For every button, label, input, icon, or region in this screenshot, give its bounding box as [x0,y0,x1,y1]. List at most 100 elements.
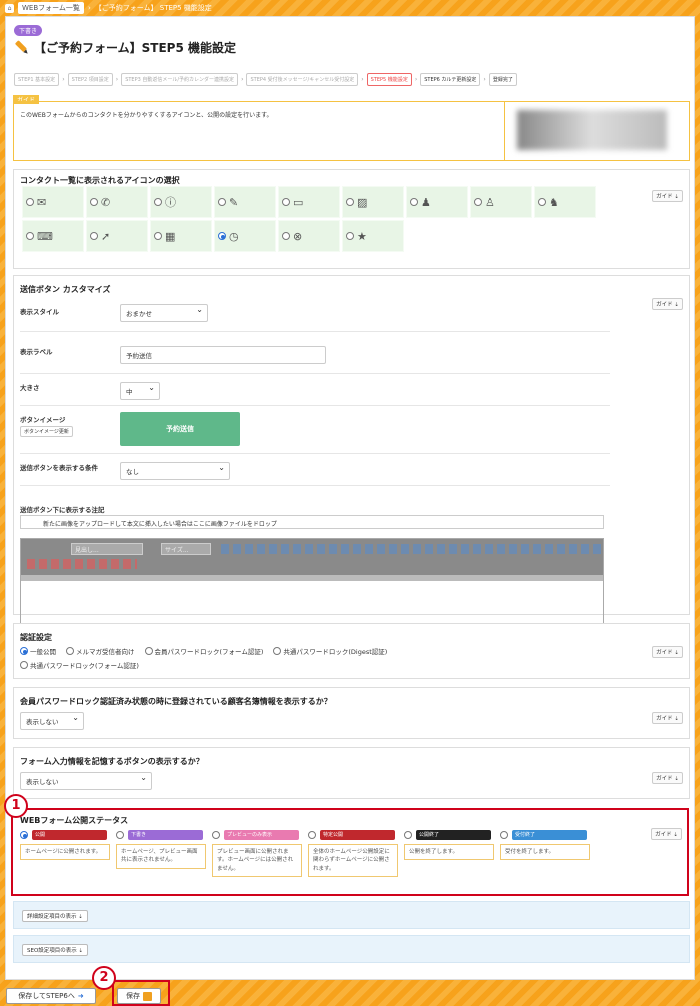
radio[interactable] [26,198,34,206]
step-arrow: › [483,76,486,83]
guide-button[interactable]: ガイド ⇣ [652,190,683,202]
image-update-button[interactable]: ボタンイメージ更新 [20,426,73,437]
save-and-next-button[interactable]: 保存してSTEP6へ ➜ [6,988,96,1004]
image-drop-zone[interactable]: 新たに画像をアップロードして本文に挿入したい場合はここに画像ファイルをドロップ [20,515,604,529]
remember-section: フォーム入力情報を記憶するボタンの表示するか？ ガイド ⇣ 表示しない [13,747,690,799]
page-title-text: 【ご予約フォーム】STEP5 機能設定 [34,41,236,55]
icon-option[interactable]: ♞ [534,186,596,218]
calendar-icon: ▦ [165,229,176,243]
auth-option-common-form[interactable]: 共通パスワードロック(フォーム認証) [20,660,139,670]
radio[interactable] [20,647,28,655]
guide-button[interactable]: ガイド ⇣ [652,646,683,658]
auth-option-public[interactable]: 一般公開 [20,646,56,656]
style-label: 表示スタイル [20,308,59,316]
guide-button[interactable]: ガイド ⇣ [652,712,683,724]
radio[interactable] [66,647,74,655]
option-label: 共通パスワードロック(Digest認証) [283,648,388,656]
radio[interactable] [20,661,28,669]
radio[interactable] [90,232,98,240]
step-2[interactable]: STEP2 項目設定 [67,73,113,86]
step-3[interactable]: STEP3 自動返信メール/予約カレンダー連携設定 [121,73,239,86]
heading-select[interactable]: 見出し... [71,543,143,555]
radio[interactable] [144,647,153,655]
monitor-icon: ▭ [293,195,304,209]
radio[interactable] [410,198,418,206]
lock-icon [143,991,152,1001]
condition-select[interactable]: なし [120,462,230,480]
radio[interactable] [218,232,226,240]
icon-option[interactable]: ◷ [214,220,276,252]
group-icon: ♞ [549,195,559,209]
icon-option[interactable]: ▭ [278,186,340,218]
save-and-next-label: 保存してSTEP6へ [18,992,75,1000]
star-icon: ★ [357,229,367,243]
font-size-select[interactable]: サイズ... [161,543,211,555]
auth-options-row2: 共通パスワードロック(フォーム認証) [20,660,139,670]
size-select[interactable]: 中 [120,382,160,400]
icon-section-title: コンタクト一覧に表示されるアイコンの選択 [20,176,180,185]
condition-row: 送信ボタンを表示する条件 なし [20,456,610,486]
button-preview: 予約送信 [120,412,240,446]
editor-toolbar: 見出し... サイズ... [21,539,603,575]
radio[interactable] [282,198,290,206]
icon-option[interactable]: ✉ [22,186,84,218]
toolbar-icons-row2[interactable] [27,559,137,569]
breadcrumb-current: 【ご予約フォーム】 STEP5 機能設定 [94,4,212,12]
radio[interactable] [538,198,546,206]
icon-option[interactable]: ➚ [86,220,148,252]
label-input[interactable]: 予約送信 [120,346,326,364]
icon-option[interactable]: ⊗ [278,220,340,252]
step-arrow: › [241,76,244,83]
icon-option[interactable]: ✆ [86,186,148,218]
seo-settings-toggle[interactable]: SEO設定項目の表示 ⇣ [22,944,89,956]
radio[interactable] [90,198,98,206]
radio[interactable] [346,198,354,206]
icon-option[interactable]: ★ [342,220,404,252]
radio[interactable] [282,232,290,240]
remember-section-title: フォーム入力情報を記憶するボタンの表示するか？ [20,757,204,766]
phone-icon: ✆ [101,195,111,209]
radio[interactable] [154,198,162,206]
step-1[interactable]: STEP1 基本設定 [14,73,60,86]
note-label: 送信ボタン下に表示する注記 [20,506,105,514]
radio[interactable] [273,647,282,655]
marker-1: 1 [4,794,28,818]
breadcrumb-forms-link[interactable]: WEBフォーム一覧 [18,2,84,14]
bottom-bar: 保存してSTEP6へ ➜ 保存 2 [0,966,700,1006]
save-button[interactable]: 保存 [117,988,161,1004]
icon-option[interactable]: ▨ [342,186,404,218]
size-row: 大きさ 中 [20,374,610,406]
radio[interactable] [154,232,162,240]
radio[interactable] [26,232,34,240]
step-4[interactable]: STEP4 受付後メッセージ/キャンセル受付設定 [246,73,359,86]
guide-box: このWEBフォームからのコンタクトを分かりやすくするアイコンと、公開の設定を行い… [13,101,690,161]
icon-option[interactable]: ⌨ [22,220,84,252]
home-icon[interactable]: ⌂ [5,3,14,13]
guide-button[interactable]: ガイド ⇣ [652,772,683,784]
icon-option[interactable]: ⓘ [150,186,212,218]
icon-option[interactable]: ✎ [214,186,276,218]
remember-select[interactable]: 表示しない [20,772,152,790]
step-5[interactable]: STEP5 機能設定 [366,73,412,86]
radio[interactable] [346,232,354,240]
step-6[interactable]: STEP6 カルテ更新設定 [420,73,481,86]
icon-option[interactable]: ▦ [150,220,212,252]
toolbar-icons[interactable] [221,544,601,554]
member-display-select[interactable]: 表示しない [20,712,84,730]
step-complete[interactable]: 登録完了 [488,73,517,86]
button-section-title: 送信ボタン カスタマイズ [20,285,111,294]
auth-option-newsletter[interactable]: メルマガ受信者向け [66,646,135,656]
radio[interactable] [218,198,226,206]
icon-option[interactable]: ♟ [406,186,468,218]
icon-grid: ✉ ✆ ⓘ ✎ ▭ ▨ ♟ ♙ ♞ ⌨ ➚ ▦ ◷ ⊗ ★ [22,186,596,252]
auth-option-member-lock[interactable]: 会員パスワードロック(フォーム認証) [144,646,263,656]
radio[interactable] [474,198,482,206]
auth-option-digest[interactable]: 共通パスワードロック(Digest認証) [273,646,387,656]
detail-settings-toggle[interactable]: 詳細設定項目の表示 ⇣ [22,910,88,922]
option-label: 一般公開 [30,648,56,656]
icon-option[interactable]: ♙ [470,186,532,218]
style-select[interactable]: おまかせ [120,304,208,322]
auth-section: 認証設定 ガイド ⇣ 一般公開 メルマガ受信者向け 会員パスワードロック(フォー… [13,623,690,679]
guide-button[interactable]: ガイド ⇣ [652,298,683,310]
condition-label: 送信ボタンを表示する条件 [20,464,98,472]
